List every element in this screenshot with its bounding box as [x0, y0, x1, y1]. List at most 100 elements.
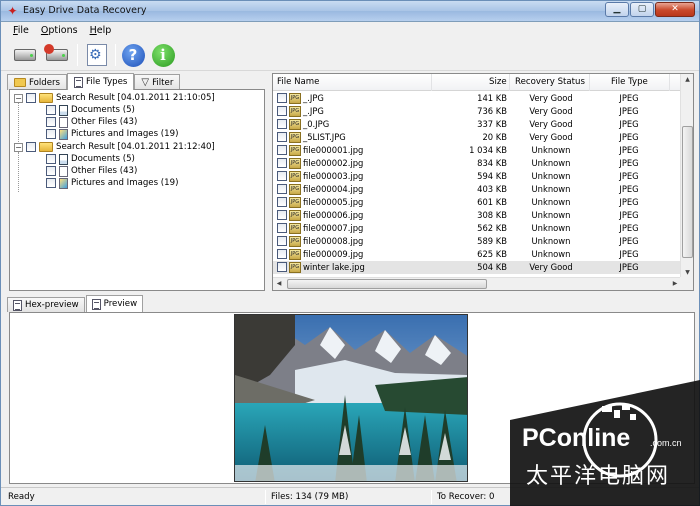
checkbox[interactable]	[26, 142, 36, 152]
cell-file-type: JPEG	[619, 145, 639, 155]
panel-splitter[interactable]	[267, 73, 271, 295]
settings-button[interactable]	[83, 42, 111, 68]
table-row[interactable]: JPG _5LIST.JPG 20 KB Very Good JPEG	[273, 131, 681, 144]
row-checkbox[interactable]	[277, 119, 287, 129]
tree-node-documents[interactable]: Documents (5)	[46, 153, 135, 165]
row-checkbox[interactable]	[277, 236, 287, 246]
column-divider[interactable]	[509, 74, 510, 91]
column-file-name[interactable]: File Name	[277, 77, 319, 87]
row-checkbox[interactable]	[277, 197, 287, 207]
table-row[interactable]: JPG file000005.jpg 601 KB Unknown JPEG	[273, 196, 681, 209]
minimize-button[interactable]: ▁	[605, 2, 629, 17]
maximize-button[interactable]: ▢	[630, 2, 654, 17]
column-divider[interactable]	[669, 74, 670, 91]
cell-recovery-status: Unknown	[531, 158, 571, 168]
scroll-up-icon[interactable]: ▲	[681, 74, 693, 86]
tab-folders[interactable]: Folders	[7, 74, 68, 90]
checkbox[interactable]	[46, 129, 56, 139]
table-row[interactable]: JPG file000003.jpg 594 KB Unknown JPEG	[273, 170, 681, 183]
table-row[interactable]: JPG file000008.jpg 589 KB Unknown JPEG	[273, 235, 681, 248]
checkbox[interactable]	[46, 105, 56, 115]
scroll-thumb[interactable]	[287, 279, 487, 289]
menu-file[interactable]: File	[7, 23, 35, 39]
column-size[interactable]: Size	[489, 77, 507, 87]
row-checkbox[interactable]	[277, 106, 287, 116]
close-button[interactable]: ✕	[655, 2, 695, 17]
row-checkbox[interactable]	[277, 249, 287, 259]
column-divider[interactable]	[589, 74, 590, 91]
tab-filter[interactable]: ▽ Filter	[134, 74, 181, 90]
about-button[interactable]: i	[149, 42, 177, 68]
row-checkbox[interactable]	[277, 210, 287, 220]
tab-file-types-label: File Types	[86, 77, 128, 87]
filter-icon: ▽	[141, 77, 150, 88]
preview-document-icon	[91, 298, 101, 310]
tree-node-pictures[interactable]: Pictures and Images (19)	[46, 128, 178, 140]
file-type-tree[interactable]: − Search Result [04.01.2011 21:10:05] Do…	[9, 89, 265, 291]
tab-preview[interactable]: Preview	[85, 295, 144, 312]
recover-drive-button[interactable]	[43, 42, 71, 68]
cell-size: 834 KB	[477, 158, 507, 168]
cell-file-name: _.JPG	[303, 93, 324, 103]
horizontal-scrollbar[interactable]: ◀ ▶	[273, 277, 681, 290]
collapse-icon[interactable]: −	[14, 142, 23, 152]
vertical-scrollbar[interactable]: ▲ ▼	[680, 74, 693, 279]
checkbox[interactable]	[46, 166, 56, 176]
menu-options[interactable]: Options	[35, 23, 84, 39]
tree-node-search-result-1[interactable]: − Search Result [04.01.2011 21:10:05]	[14, 92, 215, 104]
status-to-recover: To Recover: 0	[437, 492, 495, 502]
table-row[interactable]: JPG winter lake.jpg 504 KB Very Good JPEG	[273, 261, 681, 274]
row-checkbox[interactable]	[277, 262, 287, 272]
help-button[interactable]: ?	[119, 42, 147, 68]
row-checkbox[interactable]	[277, 132, 287, 142]
tab-file-types[interactable]: File Types	[67, 73, 135, 90]
cell-size: 337 KB	[477, 119, 507, 129]
table-row[interactable]: JPG file000001.jpg 1 034 KB Unknown JPEG	[273, 144, 681, 157]
checkbox[interactable]	[46, 178, 56, 188]
row-checkbox[interactable]	[277, 158, 287, 168]
row-checkbox[interactable]	[277, 223, 287, 233]
tree-node-search-result-2[interactable]: − Search Result [04.01.2011 21:12:40]	[14, 141, 215, 153]
column-recovery-status[interactable]: Recovery Status	[515, 77, 585, 87]
tree-node-pictures[interactable]: Pictures and Images (19)	[46, 177, 178, 189]
watermark-chinese: 太平洋电脑网	[526, 464, 671, 489]
row-checkbox[interactable]	[277, 171, 287, 181]
checkbox[interactable]	[46, 117, 56, 127]
table-row[interactable]: JPG file000006.jpg 308 KB Unknown JPEG	[273, 209, 681, 222]
tree-node-other-files[interactable]: Other Files (43)	[46, 116, 137, 128]
cell-recovery-status: Very Good	[529, 262, 573, 272]
row-checkbox[interactable]	[277, 145, 287, 155]
table-row[interactable]: JPG _0.JPG 337 KB Very Good JPEG	[273, 118, 681, 131]
tree-node-label: Other Files (43)	[71, 166, 138, 176]
table-row[interactable]: JPG file000002.jpg 834 KB Unknown JPEG	[273, 157, 681, 170]
tab-hex-preview[interactable]: Hex-preview	[7, 297, 85, 312]
cell-file-name: file000009.jpg	[303, 249, 364, 259]
checkbox[interactable]	[46, 154, 56, 164]
scroll-left-icon[interactable]: ◀	[273, 278, 285, 290]
cell-size: 141 KB	[477, 93, 507, 103]
table-row[interactable]: JPG file000007.jpg 562 KB Unknown JPEG	[273, 222, 681, 235]
recovery-app-icon[interactable]: ✦	[6, 5, 19, 18]
column-file-type[interactable]: File Type	[611, 77, 648, 87]
row-checkbox[interactable]	[277, 184, 287, 194]
table-row[interactable]: JPG _.JPG 141 KB Very Good JPEG	[273, 92, 681, 105]
column-divider[interactable]	[431, 74, 432, 91]
menu-file-label: ile	[17, 25, 29, 36]
tree-node-documents[interactable]: Documents (5)	[46, 104, 135, 116]
table-row[interactable]: JPG _.JPG 736 KB Very Good JPEG	[273, 105, 681, 118]
collapse-icon[interactable]: −	[14, 93, 23, 103]
table-row[interactable]: JPG file000009.jpg 625 KB Unknown JPEG	[273, 248, 681, 261]
title-bar[interactable]: ✦ Easy Drive Data Recovery ▁ ▢ ✕	[1, 1, 699, 22]
row-checkbox[interactable]	[277, 93, 287, 103]
table-row[interactable]: JPG file000004.jpg 403 KB Unknown JPEG	[273, 183, 681, 196]
cell-file-name: file000004.jpg	[303, 184, 364, 194]
cell-file-type: JPEG	[619, 223, 639, 233]
image-icon	[59, 128, 68, 140]
cell-file-name: file000006.jpg	[303, 210, 364, 220]
scan-drive-button[interactable]	[11, 42, 39, 68]
file-list[interactable]: File Name Size Recovery Status File Type…	[272, 73, 694, 291]
scroll-thumb[interactable]	[682, 126, 693, 258]
tree-node-other-files[interactable]: Other Files (43)	[46, 165, 137, 177]
checkbox[interactable]	[26, 93, 36, 103]
menu-help[interactable]: Help	[84, 23, 118, 39]
